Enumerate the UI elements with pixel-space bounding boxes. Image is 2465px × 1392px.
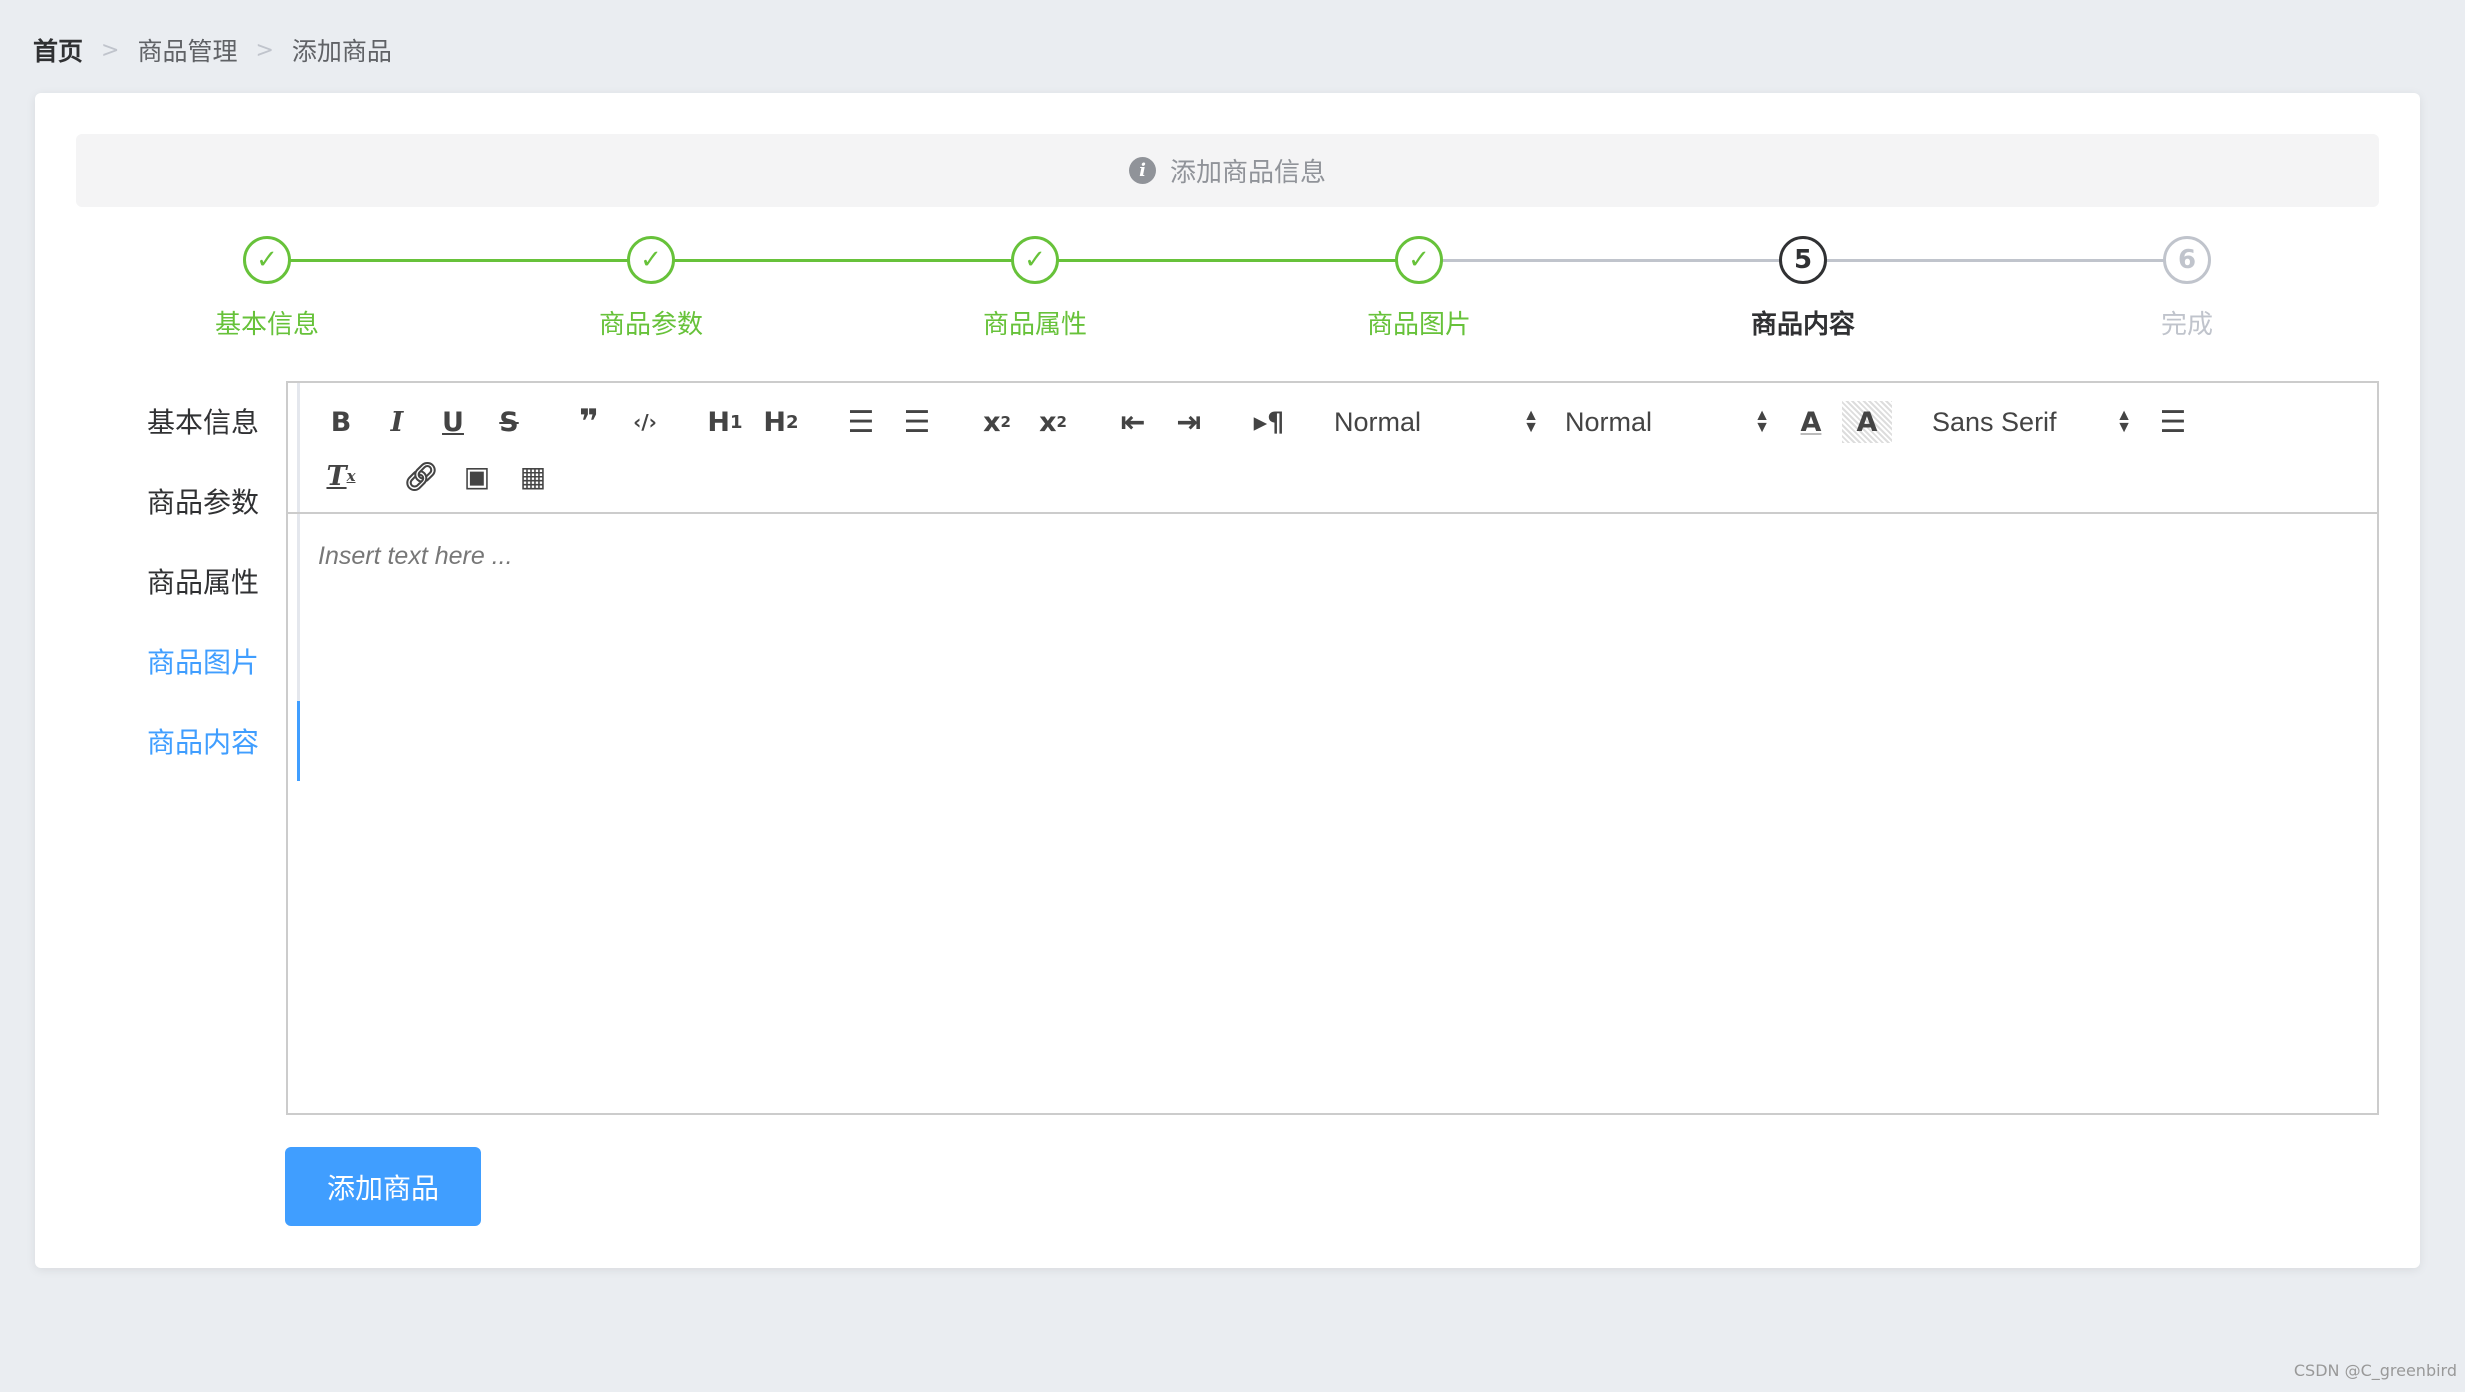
vertical-tabs: 基本信息 商品参数 商品属性 商品图片 商品内容 <box>70 381 300 781</box>
editor-content[interactable]: Insert text here ... <box>288 514 2377 599</box>
align-icon[interactable]: ☰ <box>2148 401 2198 443</box>
check-icon: ✓ <box>243 236 291 284</box>
step-label: 商品图片 <box>1366 310 1471 340</box>
tab-params[interactable]: 商品参数 <box>70 461 297 541</box>
superscript-icon[interactable]: x2 <box>1028 401 1078 443</box>
sort-arrows-icon: ▲ ▼ <box>2116 407 2132 436</box>
indent-icon[interactable]: ⇥ <box>1164 401 1214 443</box>
step-6: 6 完成 <box>2087 236 2287 341</box>
link-icon[interactable]: 🔗︎ <box>396 455 446 497</box>
alert-text: 添加商品信息 <box>1169 158 1326 188</box>
blockquote-icon[interactable]: ❞ <box>564 401 614 443</box>
step-number: 6 <box>2163 236 2211 284</box>
size-select[interactable]: Normal ▲ ▼ <box>1555 401 1780 443</box>
watermark: CSDN @C_greenbird <box>2293 1361 2457 1380</box>
breadcrumb-add: 添加商品 <box>291 37 392 66</box>
tab-basic[interactable]: 基本信息 <box>70 381 297 461</box>
underline-icon[interactable]: U <box>428 401 478 443</box>
step-3: ✓ 商品属性 <box>935 236 1135 341</box>
header-select[interactable]: Normal ▲ ▼ <box>1324 401 1549 443</box>
step-label: 商品参数 <box>598 310 703 340</box>
code-block-icon[interactable]: ‹/› <box>620 401 670 443</box>
sort-arrows-icon: ▲ ▼ <box>1754 407 1770 436</box>
ordered-list-icon[interactable]: ☰ <box>836 401 886 443</box>
step-2: ✓ 商品参数 <box>551 236 751 341</box>
info-alert: i 添加商品信息 <box>76 134 2379 207</box>
direction-icon[interactable]: ▸¶ <box>1244 401 1294 443</box>
step-label: 基本信息 <box>214 310 319 340</box>
chevron-right-icon: > <box>255 37 274 63</box>
add-goods-button[interactable]: 添加商品 <box>285 1147 481 1226</box>
header-select-value: Normal <box>1334 406 1422 437</box>
h1-icon[interactable]: H1 <box>700 401 750 443</box>
tab-images[interactable]: 商品图片 <box>70 621 297 701</box>
step-5: 5 商品内容 <box>1703 236 1903 341</box>
bold-icon[interactable]: B <box>316 401 366 443</box>
bullet-list-icon[interactable]: ☰ <box>892 401 942 443</box>
check-icon: ✓ <box>627 236 675 284</box>
subscript-icon[interactable]: x2 <box>972 401 1022 443</box>
h2-icon[interactable]: H2 <box>756 401 806 443</box>
step-4: ✓ 商品图片 <box>1319 236 1519 341</box>
font-select[interactable]: Sans Serif ▲ ▼ <box>1922 401 2142 443</box>
rich-text-editor: B I U S ❞ ‹/› H1 H2 ☰ ☰ x2 x2 ⇤ ⇥ ▸¶ Nor… <box>286 381 2379 1115</box>
sort-arrows-icon: ▲ ▼ <box>1523 407 1539 436</box>
step-label: 商品内容 <box>1750 310 1855 340</box>
steps-line-done <box>267 259 1419 262</box>
breadcrumb: 首页 > 商品管理 > 添加商品 <box>33 32 392 68</box>
step-number: 5 <box>1779 236 1827 284</box>
step-1: ✓ 基本信息 <box>167 236 367 341</box>
breadcrumb-home[interactable]: 首页 <box>33 32 83 68</box>
check-icon: ✓ <box>1011 236 1059 284</box>
outdent-icon[interactable]: ⇤ <box>1108 401 1158 443</box>
size-select-value: Normal <box>1565 406 1653 437</box>
editor-toolbar: B I U S ❞ ‹/› H1 H2 ☰ ☰ x2 x2 ⇤ ⇥ ▸¶ Nor… <box>288 383 2377 514</box>
video-icon[interactable]: ▦ <box>508 455 558 497</box>
breadcrumb-goods: 商品管理 <box>137 37 238 66</box>
step-label: 商品属性 <box>982 310 1087 340</box>
font-select-value: Sans Serif <box>1932 406 2057 437</box>
tab-content[interactable]: 商品内容 <box>70 701 300 781</box>
image-icon[interactable]: ▣ <box>452 455 502 497</box>
main-card: i 添加商品信息 ✓ 基本信息 ✓ 商品参数 ✓ 商品属性 ✓ 商品图片 5 商品内容 6… <box>35 93 2420 1268</box>
background-color-icon[interactable]: A <box>1842 401 1892 443</box>
strike-icon[interactable]: S <box>484 401 534 443</box>
step-label: 完成 <box>2160 310 2213 340</box>
chevron-right-icon: > <box>101 37 120 63</box>
info-icon: i <box>1128 157 1156 184</box>
clear-format-icon[interactable]: Tx <box>316 455 366 497</box>
tab-attrs[interactable]: 商品属性 <box>70 541 297 621</box>
italic-icon[interactable]: I <box>372 401 422 443</box>
check-icon: ✓ <box>1395 236 1443 284</box>
font-color-icon[interactable]: A <box>1786 401 1836 443</box>
